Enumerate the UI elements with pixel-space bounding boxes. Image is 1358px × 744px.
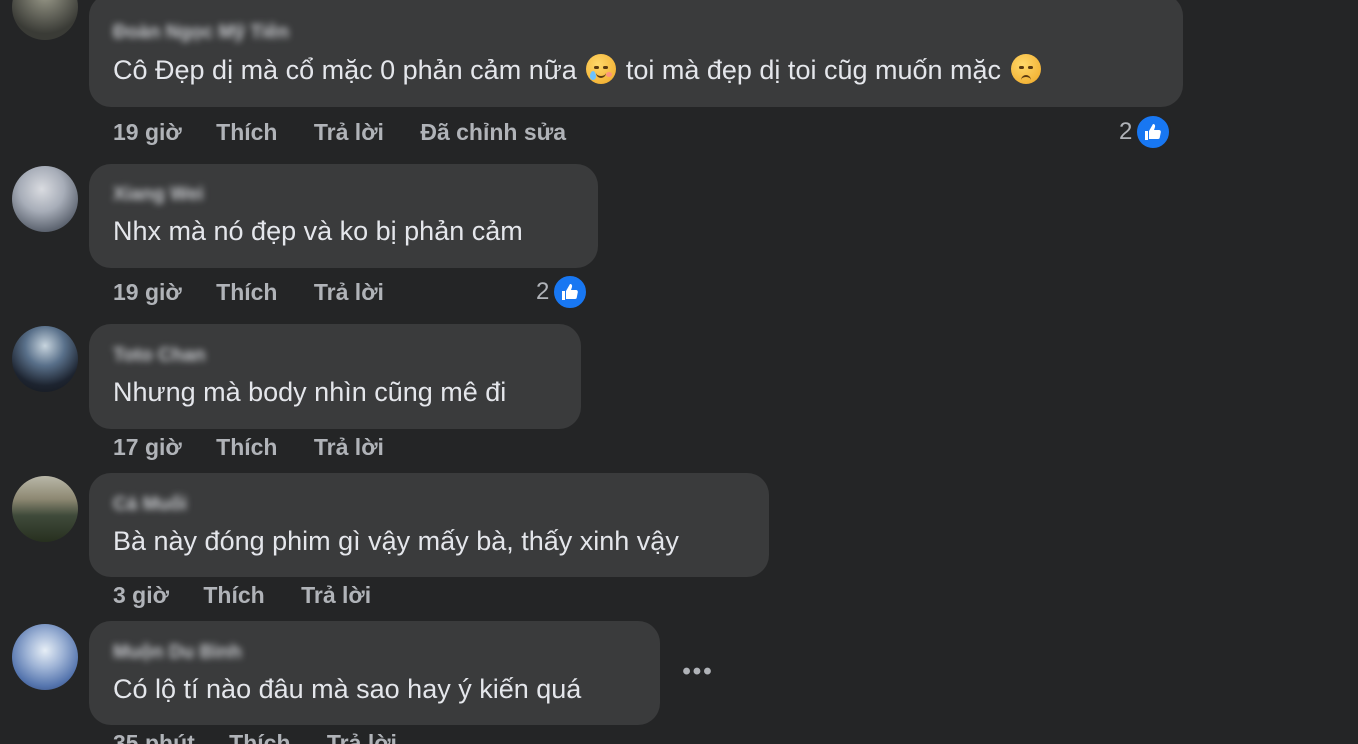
reply-button[interactable]: Trả lời	[314, 434, 384, 460]
comment-text-part: Cô Đẹp dị mà cổ mặc 0 phản cảm nữa	[113, 55, 577, 85]
comment-time[interactable]: 17 giờ	[113, 434, 182, 460]
reaction-summary[interactable]: 2	[536, 273, 589, 311]
reply-button[interactable]: Trả lời	[327, 730, 397, 744]
like-thumb-icon	[552, 274, 589, 310]
comment-text: Bà này đóng phim gì vậy mấy bà, thấy xin…	[113, 526, 679, 556]
like-button[interactable]: Thích	[216, 434, 277, 460]
edited-label[interactable]: Đã chỉnh sửa	[420, 119, 566, 145]
crying-face-emoji-icon	[586, 54, 617, 84]
avatar[interactable]	[12, 476, 78, 542]
comment-actions: 19 giờ Thích Trả lời	[113, 279, 384, 306]
like-button[interactable]: Thích	[229, 730, 290, 744]
comment-time[interactable]: 35 phút	[113, 730, 195, 744]
comment-bubble: Cá Muối Bà này đóng phim gì vậy mấy bà, …	[89, 473, 769, 577]
avatar[interactable]	[12, 326, 78, 392]
more-options-icon[interactable]: •••	[678, 655, 718, 689]
comment-author[interactable]: Muộn Du Bình	[113, 642, 242, 664]
reaction-summary[interactable]: 2	[1119, 113, 1172, 151]
comment-bubble: Muộn Du Bình Có lộ tí nào đâu mà sao hay…	[89, 621, 660, 725]
comment-time[interactable]: 19 giờ	[113, 279, 182, 305]
like-button[interactable]: Thích	[216, 119, 277, 145]
comment-author[interactable]: Toto Chan	[113, 345, 206, 367]
comment-bubble: Xiang Wei Nhx mà nó đẹp và ko bị phản cả…	[89, 164, 598, 268]
comment-text: Nhưng mà body nhìn cũng mê đi	[113, 377, 507, 407]
comment-text: Có lộ tí nào đâu mà sao hay ý kiến quá	[113, 674, 582, 704]
avatar[interactable]	[12, 0, 78, 40]
avatar[interactable]	[12, 166, 78, 232]
comment-author[interactable]: Xiang Wei	[113, 184, 203, 206]
reaction-count: 2	[1119, 118, 1133, 145]
avatar[interactable]	[12, 624, 78, 690]
comment-time[interactable]: 3 giờ	[113, 582, 169, 608]
like-thumb-icon	[1135, 114, 1172, 150]
reply-button[interactable]: Trả lời	[314, 279, 384, 305]
comment-text: Cô Đẹp dị mà cổ mặc 0 phản cảm nữa toi m…	[113, 54, 1043, 86]
reply-button[interactable]: Trả lời	[314, 119, 384, 145]
like-button[interactable]: Thích	[203, 582, 264, 608]
comment-bubble: Toto Chan Nhưng mà body nhìn cũng mê đi	[89, 324, 581, 429]
comment-actions: 17 giờ Thích Trả lời	[113, 434, 384, 461]
comment-bubble: Đoàn Ngọc Mỹ Tiên Cô Đẹp dị mà cổ mặc 0 …	[89, 0, 1183, 107]
comment-actions: 3 giờ Thích Trả lời	[113, 582, 371, 609]
comment-text: Nhx mà nó đẹp và ko bị phản cảm	[113, 216, 523, 246]
comment-actions: 19 giờ Thích Trả lời Đã chỉnh sửa	[113, 119, 566, 146]
disappointed-face-emoji-icon	[1010, 54, 1041, 84]
like-button[interactable]: Thích	[216, 279, 277, 305]
comment-thread: Đoàn Ngọc Mỹ Tiên Cô Đẹp dị mà cổ mặc 0 …	[0, 0, 1358, 744]
comment-author[interactable]: Đoàn Ngọc Mỹ Tiên	[113, 22, 289, 44]
reaction-count: 2	[536, 278, 550, 305]
comment-actions: 35 phút Thích Trả lời	[113, 730, 397, 744]
comment-text-part: toi mà đẹp dị toi cũg muốn mặc	[625, 55, 1002, 85]
comment-author[interactable]: Cá Muối	[113, 494, 187, 516]
comment-time[interactable]: 19 giờ	[113, 119, 182, 145]
reply-button[interactable]: Trả lời	[301, 582, 371, 608]
